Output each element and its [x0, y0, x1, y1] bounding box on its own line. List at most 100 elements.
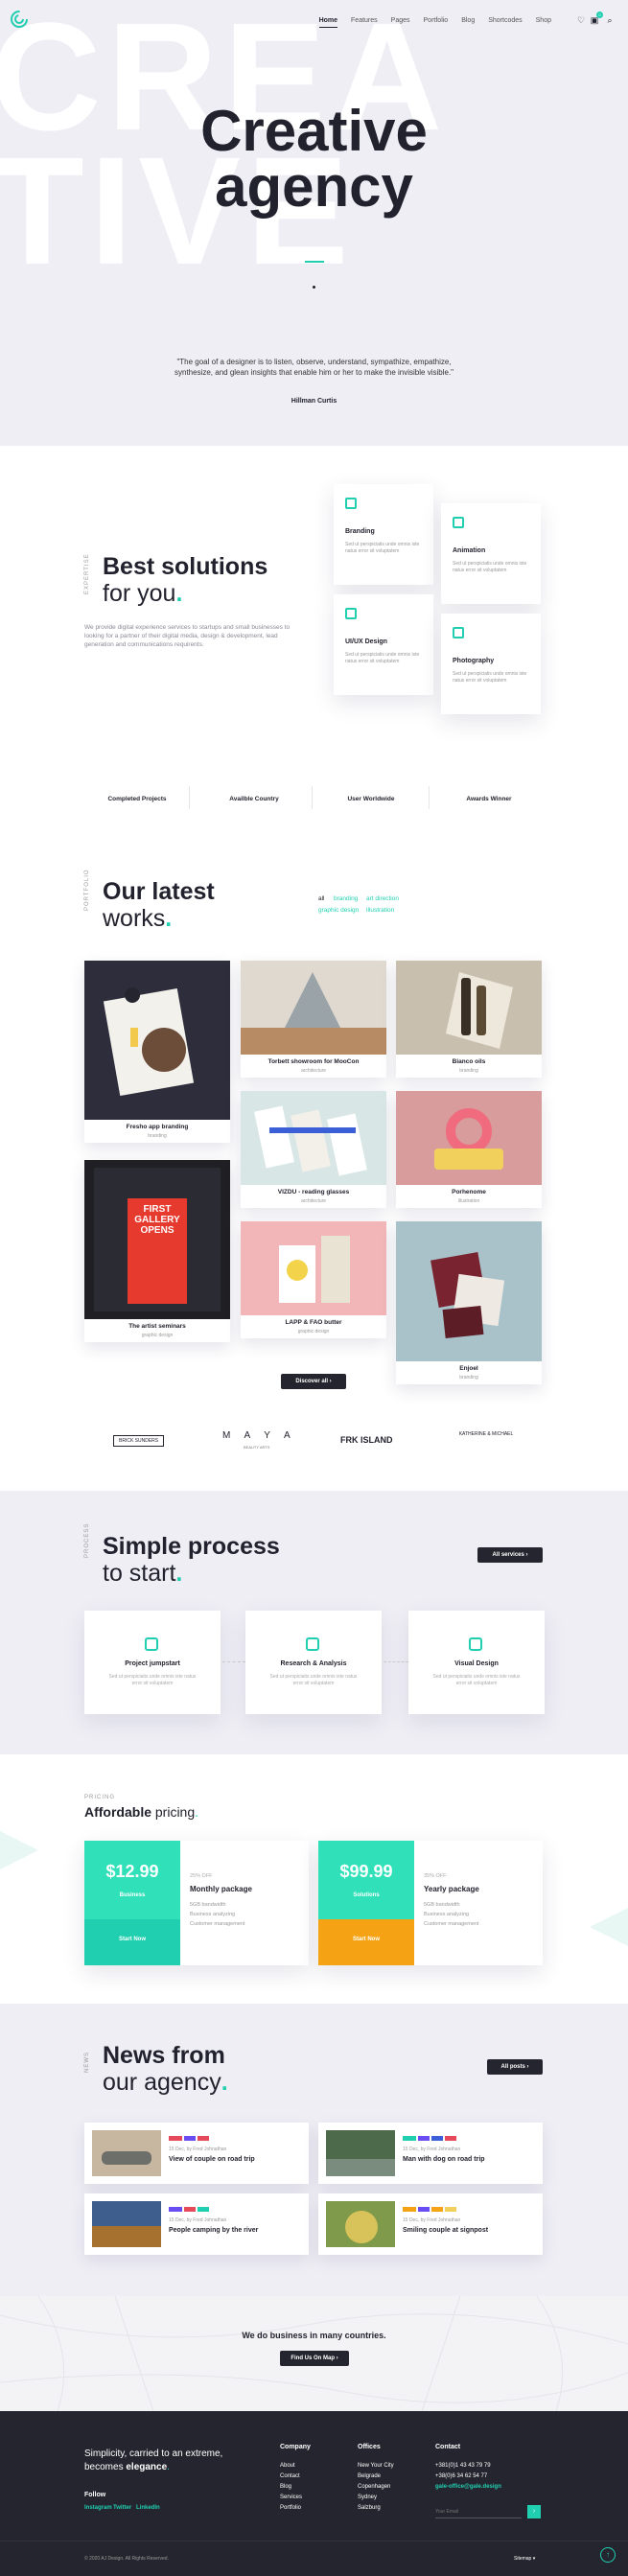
plan-feature: Customer management: [424, 1921, 479, 1927]
all-services-button[interactable]: All services ›: [477, 1547, 543, 1563]
filter-branding[interactable]: branding: [334, 895, 358, 902]
slogan-line-2: becomes: [84, 2462, 124, 2472]
client-logo-frk[interactable]: FRK ISLAND: [340, 1435, 393, 1445]
social-linkedin[interactable]: LinkedIn: [136, 2503, 160, 2514]
service-card-uiux[interactable]: UI/UX Design Sed ut perspiciatis unde om…: [334, 594, 433, 695]
filter-art-direction[interactable]: art direction: [366, 895, 399, 902]
office-item: New Your City: [358, 2463, 394, 2469]
logo-icon[interactable]: [10, 10, 29, 29]
work-category: branding: [459, 1375, 478, 1381]
client-logo-katherine[interactable]: KATHERINE & MICHAEL: [455, 1430, 517, 1438]
footer-link-portfolio[interactable]: Portfolio: [280, 2503, 301, 2514]
work-item-vizdu[interactable]: VIZDU - reading glasses architecture: [241, 1091, 386, 1208]
service-card-branding[interactable]: Branding Sed ut perspiciatis unde omnis …: [334, 484, 433, 585]
plan-feature: Business analyzing: [424, 1912, 470, 1917]
nav-shortcodes[interactable]: Shortcodes: [488, 17, 522, 28]
process-title: Simple process to start.: [103, 1533, 280, 1587]
find-on-map-label: Find Us On Map: [291, 2356, 335, 2361]
work-category: graphic design: [297, 1329, 330, 1334]
work-item-porhenome[interactable]: Porhenome illustration: [396, 1091, 542, 1208]
news-item[interactable]: 15 Dec, by Fred Johnathan View of couple…: [84, 2123, 309, 2184]
step-title: Research & Analysis: [280, 1660, 347, 1667]
nav-features[interactable]: Features: [351, 17, 378, 28]
cart-count: 0: [596, 12, 603, 18]
follow-heading: Follow: [84, 2492, 106, 2498]
company-heading: Company: [280, 2444, 311, 2450]
filter-all[interactable]: all: [318, 895, 325, 902]
news-date: 15 Dec, by Fred Johnathan: [169, 2217, 227, 2223]
process-step-jumpstart: Project jumpstart Sed ut perspiciatis un…: [84, 1611, 221, 1714]
newsletter-email-input[interactable]: [435, 2505, 522, 2518]
footer-link-about[interactable]: About: [280, 2461, 295, 2472]
work-item-torbett[interactable]: Torbett showroom for MooCon architecture: [241, 961, 386, 1078]
office-item: Belgrade: [358, 2473, 382, 2479]
work-title: LAPP & FAO butter: [285, 1319, 342, 1326]
footer-link-services[interactable]: Services: [280, 2493, 302, 2503]
main-nav: Home Features Pages Portfolio Blog Short…: [318, 17, 551, 28]
work-item-artist-seminars[interactable]: FIRST GALLERY OPENS The artist seminars …: [84, 1160, 230, 1342]
social-instagram[interactable]: Instagram: [84, 2503, 112, 2514]
pricing-card-monthly: $12.99 Business Start Now 25% OFF Monthl…: [84, 1841, 309, 1965]
filter-illustration[interactable]: illustration: [366, 907, 394, 914]
contact-email[interactable]: gale-office@gale.design: [435, 2482, 501, 2493]
visual-design-icon: [469, 1637, 482, 1651]
client-logo-brick[interactable]: BRICK SUNDERS: [113, 1435, 165, 1447]
work-item-fresho[interactable]: Fresho app branding branding: [84, 961, 230, 1143]
work-image: [241, 1091, 386, 1185]
work-image: [241, 961, 386, 1055]
back-to-top-icon[interactable]: ↑: [600, 2547, 616, 2563]
news-tags: [403, 2136, 456, 2141]
newsletter-submit-button[interactable]: ›: [527, 2505, 541, 2518]
price-panel: $99.99 Solutions Start Now: [318, 1841, 414, 1965]
footer-link-contact[interactable]: Contact: [280, 2472, 300, 2482]
start-now-button[interactable]: Start Now: [84, 1937, 180, 1942]
client-logo-maya-sub: BEAUTY ARTS: [244, 1445, 270, 1450]
nav-shop[interactable]: Shop: [536, 17, 551, 28]
process-title-2: to start: [103, 1560, 176, 1587]
news-item[interactable]: 15 Dec, by Fred Johnathan People camping…: [84, 2193, 309, 2255]
nav-portfolio[interactable]: Portfolio: [424, 17, 449, 28]
all-posts-button[interactable]: All posts ›: [487, 2059, 543, 2075]
stat-divider: [189, 786, 190, 809]
sitemap-label: Sitemap: [514, 2556, 532, 2562]
find-on-map-button[interactable]: Find Us On Map ›: [280, 2351, 349, 2366]
start-now-button[interactable]: Start Now: [318, 1937, 414, 1942]
section-tag: PROCESS: [84, 1522, 90, 1558]
search-icon[interactable]: ⌕: [605, 15, 615, 25]
news-item[interactable]: 15 Dec, by Fred Johnathan Man with dog o…: [318, 2123, 543, 2184]
nav-blog[interactable]: Blog: [461, 17, 475, 28]
research-icon: [306, 1637, 319, 1651]
wishlist-icon[interactable]: ♡: [576, 15, 586, 25]
work-item-enjoel[interactable]: Enjoel branding: [396, 1221, 542, 1384]
step-connector: [384, 1661, 408, 1662]
footer-link-blog[interactable]: Blog: [280, 2482, 291, 2493]
branding-icon: [345, 498, 357, 509]
work-item-bianco-oils[interactable]: Bianco oils branding: [396, 961, 542, 1078]
sitemap-link[interactable]: Sitemap ▾: [514, 2556, 535, 2562]
work-item-lapp-fao[interactable]: LAPP & FAO butter graphic design: [241, 1221, 386, 1338]
news-section: NEWS News from our agency. All posts › 1…: [0, 2004, 628, 2296]
filter-graphic-design[interactable]: graphic design: [318, 907, 359, 914]
news-item[interactable]: 15 Dec, by Fred Johnathan Smiling couple…: [318, 2193, 543, 2255]
service-card-photography[interactable]: Photography Sed ut perspiciatis unde omn…: [441, 614, 541, 714]
social-twitter[interactable]: Twitter: [113, 2503, 131, 2514]
hero-title-line1: Creative: [200, 99, 428, 163]
slogan-emphasis: elegance: [126, 2462, 168, 2472]
hero-section: CREA TIVE Home Features Pages Portfolio …: [0, 0, 628, 446]
step-text: Sed ut perspiciatis unde omnis iste natu…: [108, 1674, 197, 1686]
stat-projects: Completed Projects: [107, 796, 167, 802]
stat-divider: [429, 786, 430, 809]
plan-price: $99.99: [339, 1862, 393, 1881]
nav-pages[interactable]: Pages: [391, 17, 410, 28]
news-date: 15 Dec, by Fred Johnathan: [169, 2147, 227, 2152]
discover-all-button[interactable]: Discover all ›: [281, 1374, 346, 1389]
service-card-animation[interactable]: Animation Sed ut perspiciatis unde omnis…: [441, 503, 541, 604]
card-title: UI/UX Design: [345, 638, 387, 645]
all-posts-label: All posts: [500, 2064, 525, 2070]
client-logo-maya[interactable]: M A Y A: [222, 1430, 296, 1441]
work-title: VIZDU - reading glasses: [277, 1189, 350, 1195]
map-text: We do business in many countries.: [242, 2331, 386, 2340]
nav-home[interactable]: Home: [318, 17, 338, 28]
plan-feature: Business analyzing: [190, 1912, 236, 1917]
step-connector: [222, 1661, 245, 1662]
